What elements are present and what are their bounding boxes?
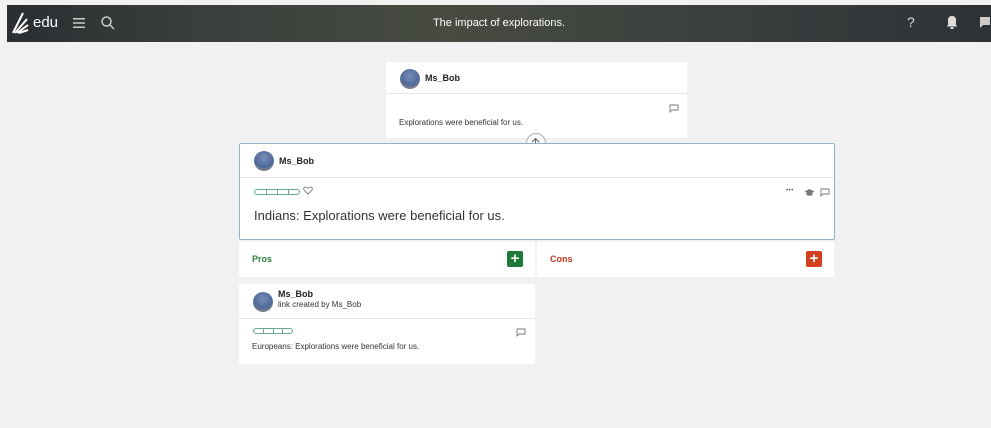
argument-text: Indians: Explorations were beneficial fo… — [254, 208, 505, 223]
link-created-by: link created by Ms_Bob — [278, 300, 362, 309]
edu-logo-icon[interactable] — [11, 11, 29, 35]
cons-column-header: Cons + — [537, 242, 834, 277]
graduation-cap-icon[interactable] — [804, 188, 815, 197]
card-header: Ms_Bob — [240, 144, 834, 178]
rating-bar[interactable] — [253, 328, 293, 334]
avatar[interactable] — [400, 69, 420, 89]
comment-icon[interactable] — [820, 188, 830, 197]
rating-bar[interactable] — [254, 189, 300, 195]
parent-argument-card[interactable]: Ms_Bob Explorations were beneficial for … — [386, 62, 687, 138]
flag-icon[interactable] — [979, 16, 991, 30]
more-options-icon[interactable]: ••• — [786, 188, 794, 194]
brand-name[interactable]: edu — [33, 14, 58, 31]
heart-icon[interactable] — [303, 186, 313, 195]
add-pro-button[interactable]: + — [507, 251, 523, 267]
add-con-button[interactable]: + — [806, 251, 822, 267]
comment-icon[interactable] — [669, 104, 679, 113]
avatar[interactable] — [253, 292, 273, 312]
card-header: Ms_Bob — [386, 62, 687, 94]
main-argument-card[interactable]: Ms_Bob ••• Indians: Explorations were be… — [239, 143, 835, 240]
pros-column-header: Pros + — [239, 242, 535, 277]
top-bar: edu The impact of explorations. ? — [7, 5, 991, 42]
author-name[interactable]: Ms_Bob — [425, 73, 460, 83]
bell-icon[interactable] — [945, 14, 959, 30]
hamburger-menu-icon[interactable] — [71, 15, 87, 31]
argument-text: Explorations were beneficial for us. — [399, 118, 524, 127]
cons-label: Cons — [550, 254, 573, 264]
card-header: Ms_Bob link created by Ms_Bob — [239, 284, 535, 319]
pro-argument-card[interactable]: Ms_Bob link created by Ms_Bob Europeans:… — [239, 284, 535, 364]
pros-label: Pros — [252, 254, 273, 264]
app-frame: edu The impact of explorations. ? Ms_Bob… — [7, 0, 991, 428]
search-icon[interactable] — [99, 14, 117, 32]
help-icon[interactable]: ? — [907, 14, 915, 30]
avatar[interactable] — [254, 151, 274, 171]
argument-text: Europeans: Explorations were beneficial … — [252, 342, 420, 351]
page-title: The impact of explorations. — [432, 17, 566, 29]
author-name[interactable]: Ms_Bob — [278, 289, 313, 299]
comment-icon[interactable] — [516, 328, 526, 337]
author-name[interactable]: Ms_Bob — [279, 156, 314, 166]
